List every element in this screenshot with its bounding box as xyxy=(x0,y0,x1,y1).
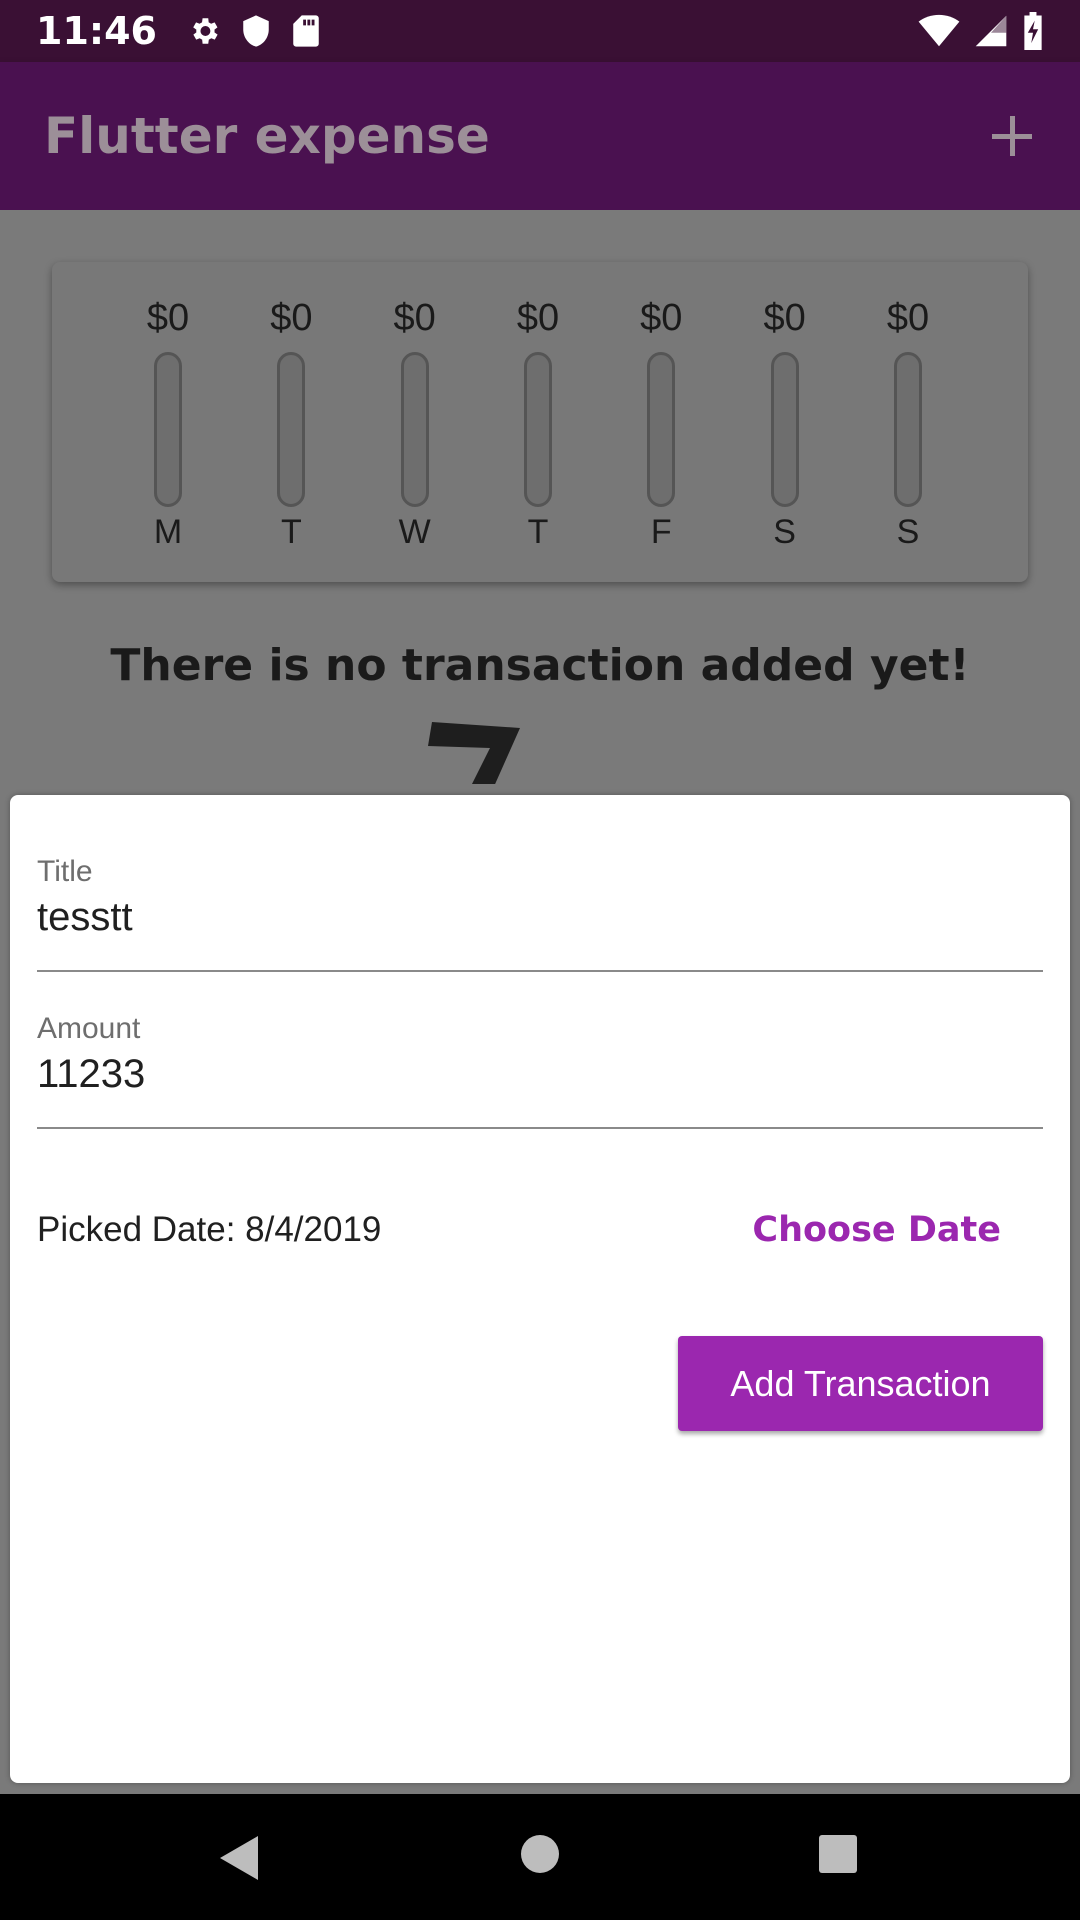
choose-date-button[interactable]: Choose Date xyxy=(752,1210,1001,1250)
chart-amount-label: $0 xyxy=(763,297,806,339)
home-icon[interactable] xyxy=(520,1834,560,1878)
new-transaction-sheet: Title tesstt Amount 11233 Picked Date: 8… xyxy=(10,795,1070,1783)
chart-column: $0 T xyxy=(478,292,598,552)
chart-column: $0 T xyxy=(231,292,351,552)
title-input[interactable]: tesstt xyxy=(37,895,1043,940)
chart-column: $0 W xyxy=(355,292,475,552)
chart-day-label: W xyxy=(398,513,431,551)
picked-date-text: Picked Date: 8/4/2019 xyxy=(37,1210,382,1249)
chart-amount-label: $0 xyxy=(270,297,313,339)
chart-bar xyxy=(893,352,922,507)
status-right-icons xyxy=(918,12,1044,50)
empty-state-message: There is no transaction added yet! xyxy=(110,640,970,691)
navigation-bar xyxy=(0,1794,1080,1920)
chart-amount-label: $0 xyxy=(640,297,683,339)
add-transaction-button[interactable]: Add Transaction xyxy=(678,1336,1043,1431)
sd-card-icon xyxy=(291,14,321,48)
status-time: 11:46 xyxy=(36,9,157,53)
chart-day-label: T xyxy=(280,513,302,551)
shield-icon xyxy=(241,14,271,48)
amount-field[interactable]: Amount 11233 xyxy=(37,1012,1043,1129)
chart-bar xyxy=(400,352,429,507)
chart-amount-label: $0 xyxy=(393,297,436,339)
app-bar: Flutter expense xyxy=(0,62,1080,210)
chart-amount-label: $0 xyxy=(886,297,930,339)
chart-day-label: S xyxy=(773,513,796,551)
amount-input[interactable]: 11233 xyxy=(37,1052,1043,1097)
chart-day-label: T xyxy=(527,513,549,551)
chart-amount-label: $0 xyxy=(516,297,560,339)
add-icon[interactable] xyxy=(988,112,1036,160)
chart-bar xyxy=(154,352,182,507)
chart-column: $0 M xyxy=(108,292,228,552)
amount-underline xyxy=(37,1127,1043,1129)
chart-day-label: F xyxy=(650,513,672,551)
battery-charging-icon xyxy=(1022,12,1044,50)
chart-bar xyxy=(277,352,306,507)
chart-bar xyxy=(770,352,799,507)
chart-column: $0 S xyxy=(725,292,845,552)
empty-state-image xyxy=(428,722,520,784)
cell-signal-icon xyxy=(974,14,1008,48)
wifi-icon xyxy=(918,14,960,48)
amount-field-label: Amount xyxy=(37,1012,141,1045)
chart-column: $0 F xyxy=(601,292,721,552)
status-bar: 11:46 xyxy=(0,0,1080,62)
status-left-icons xyxy=(187,14,321,48)
chart-day-label: M xyxy=(153,513,183,551)
back-icon[interactable] xyxy=(218,1834,262,1886)
chart-bar xyxy=(647,352,676,507)
title-field-label: Title xyxy=(37,855,93,888)
weekly-chart-card: $0 M $0 T $0 W $0 T $0 F $0 S $0 S xyxy=(52,262,1028,582)
date-row: Picked Date: 8/4/2019 Choose Date xyxy=(37,1200,1043,1260)
chart-amount-label: $0 xyxy=(146,297,190,339)
recents-icon[interactable] xyxy=(818,1834,858,1878)
app-title: Flutter expense xyxy=(44,107,490,165)
title-field[interactable]: Title tesstt xyxy=(37,855,1043,972)
weekly-chart: $0 M $0 T $0 W $0 T $0 F $0 S $0 S xyxy=(108,292,968,552)
title-underline xyxy=(37,970,1043,972)
scrim-background[interactable]: $0 M $0 T $0 W $0 T $0 F $0 S $0 S There is no transa… xyxy=(0,210,1080,784)
chart-column: $0 S xyxy=(848,292,968,552)
settings-icon xyxy=(187,14,221,48)
chart-bar xyxy=(523,352,552,507)
chart-day-label: S xyxy=(896,513,920,551)
